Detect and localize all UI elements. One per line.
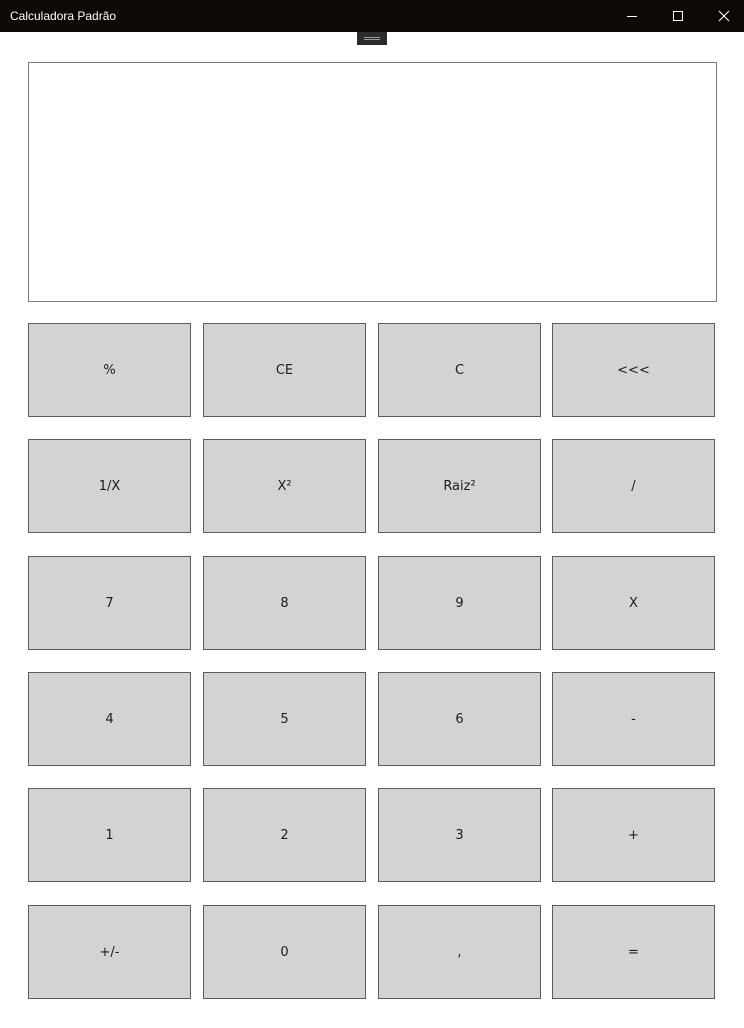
clear-entry-button[interactable]: CE <box>203 323 366 417</box>
square-button[interactable]: X² <box>203 439 366 533</box>
digit-5-button[interactable]: 5 <box>203 672 366 766</box>
result-display <box>28 62 717 302</box>
title-bar: Calculadora Padrão <box>0 0 744 32</box>
drag-handle[interactable] <box>357 32 387 45</box>
maximize-button[interactable] <box>655 0 701 32</box>
digit-8-button[interactable]: 8 <box>203 556 366 650</box>
square-root-button[interactable]: Raiz² <box>378 439 541 533</box>
percent-button[interactable]: % <box>28 323 191 417</box>
maximize-icon <box>673 11 683 21</box>
digit-4-button[interactable]: 4 <box>28 672 191 766</box>
minimize-icon <box>627 16 637 17</box>
clear-button[interactable]: C <box>378 323 541 417</box>
grip-icon <box>364 37 380 40</box>
close-button[interactable] <box>701 0 744 32</box>
digit-1-button[interactable]: 1 <box>28 788 191 882</box>
digit-2-button[interactable]: 2 <box>203 788 366 882</box>
digit-0-button[interactable]: 0 <box>203 905 366 999</box>
digit-9-button[interactable]: 9 <box>378 556 541 650</box>
divide-button[interactable]: / <box>552 439 715 533</box>
equals-button[interactable]: = <box>552 905 715 999</box>
digit-7-button[interactable]: 7 <box>28 556 191 650</box>
minimize-button[interactable] <box>609 0 655 32</box>
digit-6-button[interactable]: 6 <box>378 672 541 766</box>
reciprocal-button[interactable]: 1/X <box>28 439 191 533</box>
window-title: Calculadora Padrão <box>10 9 117 23</box>
close-icon <box>718 10 730 22</box>
negate-button[interactable]: +/- <box>28 905 191 999</box>
digit-3-button[interactable]: 3 <box>378 788 541 882</box>
subtract-button[interactable]: - <box>552 672 715 766</box>
multiply-button[interactable]: X <box>552 556 715 650</box>
decimal-button[interactable]: , <box>378 905 541 999</box>
backspace-button[interactable]: <<< <box>552 323 715 417</box>
add-button[interactable]: + <box>552 788 715 882</box>
